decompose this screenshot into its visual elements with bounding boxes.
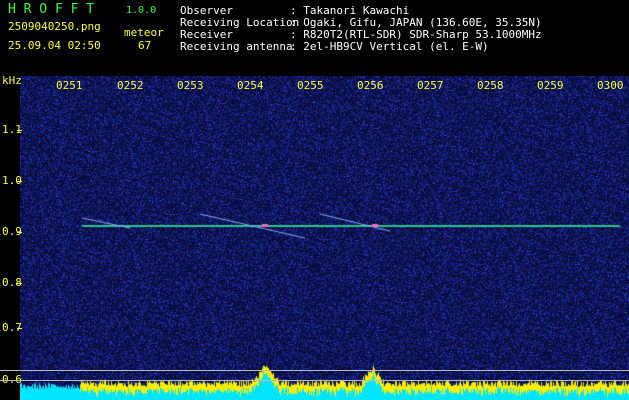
- date-time: 25.09.04 02:50: [8, 39, 101, 52]
- x-tick-label: 0255: [297, 79, 324, 92]
- x-tick-label: 0300: [597, 79, 624, 92]
- x-tick-label: 0253: [177, 79, 204, 92]
- x-tick-label: 0254: [237, 79, 264, 92]
- reference-line: [0, 370, 629, 371]
- y-tick-mark: [17, 181, 22, 182]
- x-tick-label: 0259: [537, 79, 564, 92]
- meteor-count: 67: [138, 39, 152, 52]
- reference-line: [0, 380, 629, 381]
- y-tick-mark: [17, 328, 22, 329]
- file-name: 2509040250.png: [8, 20, 101, 33]
- app-version: 1.0.0: [126, 5, 157, 16]
- x-tick-label: 0257: [417, 79, 444, 92]
- antenna-value: : 2el-HB9CV Vertical (el. E-W): [290, 40, 489, 53]
- spectrogram-plot: [20, 76, 629, 400]
- y-tick-mark: [17, 232, 22, 233]
- y-axis-unit: kHz: [2, 74, 22, 87]
- y-tick-mark: [17, 283, 22, 284]
- app-title: H R O F F T: [8, 2, 95, 17]
- header-panel: H R O F F T 1.0.0 2509040250.png meteor …: [0, 0, 629, 74]
- x-tick-label: 0256: [357, 79, 384, 92]
- spectrogram-canvas: [20, 76, 629, 400]
- y-tick-mark: [17, 130, 22, 131]
- meteor-label: meteor: [124, 26, 164, 39]
- antenna-label: Receiving antenna: [180, 40, 293, 53]
- x-tick-label: 0251: [56, 79, 83, 92]
- x-tick-label: 0252: [117, 79, 144, 92]
- x-tick-label: 0258: [477, 79, 504, 92]
